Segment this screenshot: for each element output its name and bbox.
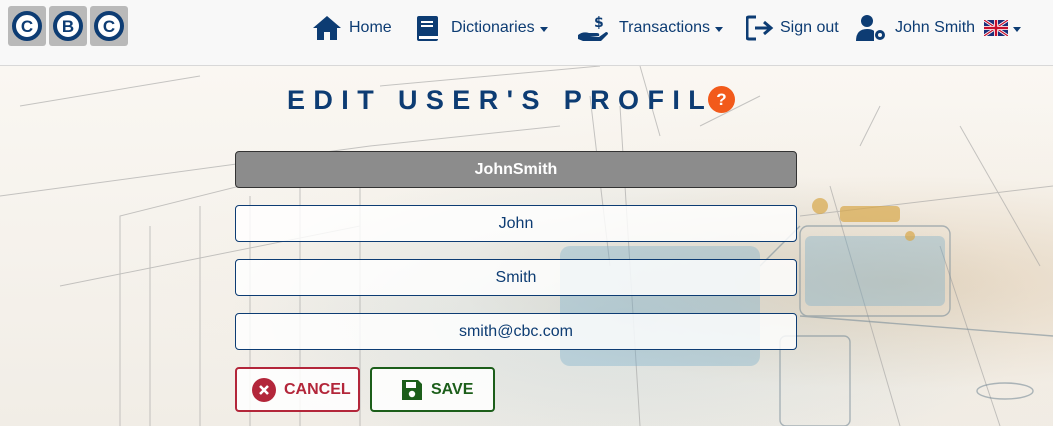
brand-logo[interactable]: C B C [8,6,128,46]
sign-out-icon [746,15,774,41]
logo-tile: C [8,6,46,46]
nav-transactions[interactable]: $ Transactions [577,14,723,42]
svg-text:$: $ [594,15,604,31]
help-icon[interactable]: ? [708,86,735,113]
logo-letter: B [53,11,83,41]
cancel-button[interactable]: CANCEL [235,367,360,412]
chevron-down-icon [715,26,723,32]
cancel-button-label: CANCEL [284,380,351,398]
nav-sign-out-label: Sign out [780,19,839,36]
logo-tile: B [49,6,87,46]
logo-letter: C [94,11,124,41]
nav-sign-out[interactable]: Sign out [746,14,839,42]
nav-dictionaries[interactable]: Dictionaries [416,14,548,42]
user-settings-icon [855,14,887,42]
uk-flag-icon [984,20,1008,36]
email-input[interactable] [235,313,797,350]
chevron-down-icon [539,26,548,32]
first-name-input[interactable] [235,205,797,242]
navbar: C B C Home Dictionaries $ Transactions S… [0,0,1053,66]
nav-user-menu[interactable]: John Smith [855,14,975,42]
nav-dictionaries-label: Dictionaries [451,19,535,36]
logo-tile: C [90,6,128,46]
save-button[interactable]: SAVE [370,367,495,412]
nav-home[interactable]: Home [312,14,392,42]
money-hand-icon: $ [577,14,609,42]
page-title: EDIT USER'S PROFILE [287,84,740,115]
nav-home-label: Home [349,19,392,36]
nav-user-label: John Smith [895,19,976,36]
home-icon [312,15,342,41]
logo-letter: C [12,11,42,41]
language-selector[interactable] [984,14,1021,42]
last-name-input[interactable] [235,259,797,296]
floppy-disk-icon [400,378,424,402]
close-circle-icon [251,377,277,403]
username-field: JohnSmith [235,151,797,188]
nav-transactions-label: Transactions [619,19,710,36]
background-illustration [0,66,1053,426]
book-icon [416,15,439,42]
save-button-label: SAVE [431,380,474,398]
chevron-down-icon [1013,26,1021,32]
